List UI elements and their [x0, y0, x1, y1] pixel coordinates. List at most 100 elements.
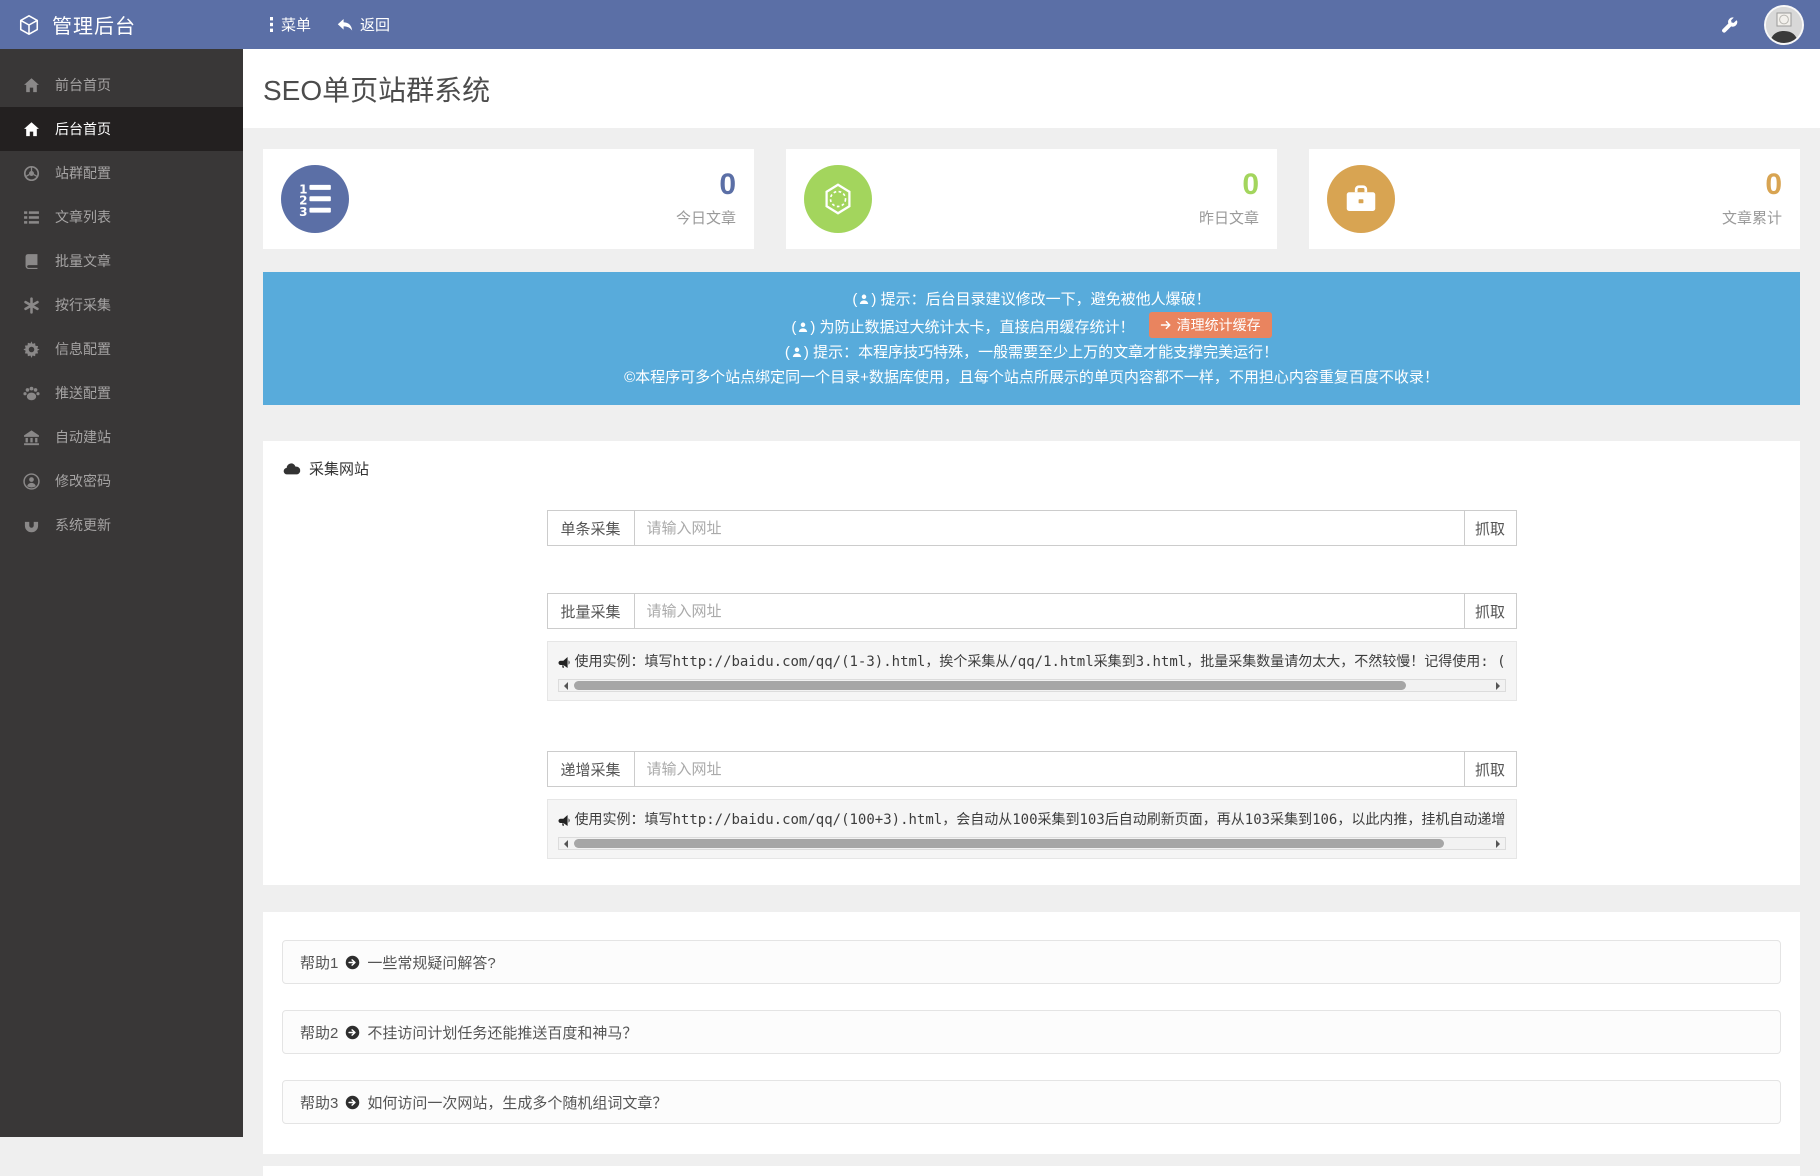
single-collect-label: 单条采集	[547, 510, 634, 546]
batch-collect-row: 批量采集 抓取	[547, 593, 1517, 629]
sidebar-item-label: 后台首页	[55, 119, 111, 139]
scroll-right-icon[interactable]	[1491, 680, 1505, 691]
sidebar-item-label: 修改密码	[55, 471, 111, 491]
stat-label: 昨日文章	[1199, 207, 1259, 228]
sidebar-item-article-list[interactable]: 文章列表	[0, 195, 243, 239]
increment-collect-input[interactable]	[634, 751, 1465, 787]
batch-collect-fetch-button[interactable]: 抓取	[1465, 593, 1517, 629]
user-icon	[858, 293, 870, 306]
help-panel: 帮助1 一些常规疑问解答? 帮助2 不挂访问计划任务还能推送百度和神马？ 帮助3	[263, 912, 1800, 1154]
gear-icon	[23, 341, 40, 358]
collect-panel-header: 采集网站	[263, 441, 1800, 493]
sidebar-item-label: 自动建站	[55, 427, 111, 447]
sidebar-item-label: 按行采集	[55, 295, 111, 315]
notice-line: () 提示：本程序技巧特殊，一般需要至少上万的文章才能支撑完美运行！	[273, 340, 1790, 365]
collect-panel: 采集网站 单条采集 抓取 批量采集 抓取	[263, 441, 1800, 885]
sidebar-item-label: 批量文章	[55, 251, 111, 271]
home-icon	[23, 121, 40, 138]
sidebar-item-push-config[interactable]: 推送配置	[0, 371, 243, 415]
notice-banner: () 提示：后台目录建议修改一下，避免被他人爆破！ () 为防止数据过大统计太卡…	[263, 272, 1800, 405]
stat-label: 文章累计	[1722, 207, 1782, 228]
list-icon	[23, 209, 40, 226]
back-link[interactable]: 返回	[337, 14, 390, 35]
stat-value: 0	[719, 170, 736, 200]
increment-collect-fetch-button[interactable]: 抓取	[1465, 751, 1517, 787]
stat-card-today: 1 2 3 0 今日文章	[263, 149, 754, 249]
help-text: 一些常规疑问解答?	[367, 952, 495, 973]
ellipsis-v-icon	[269, 17, 274, 32]
cloud-icon	[283, 462, 301, 476]
app-title: 管理后台	[52, 10, 136, 39]
single-collect-input[interactable]	[634, 510, 1465, 546]
batch-collect-help: 使用实例：填写http://baidu.com/qq/(1-3).html，挨个…	[547, 641, 1517, 701]
sidebar-item-site-config[interactable]: 站群配置	[0, 151, 243, 195]
batch-collect-label: 批量采集	[547, 593, 634, 629]
batch-collect-input[interactable]	[634, 593, 1465, 629]
asterisk-icon	[23, 297, 40, 314]
help-item-3[interactable]: 帮助3 如何访问一次网站，生成多个随机组词文章？	[282, 1080, 1781, 1124]
help-text: 如何访问一次网站，生成多个随机组词文章？	[367, 1092, 667, 1113]
ordered-list-icon: 1 2 3	[281, 165, 349, 233]
sidebar-nav: 前台首页 后台首页 站群配置 文章列	[0, 49, 243, 1137]
book-icon	[23, 253, 40, 270]
home-icon	[23, 77, 40, 94]
magnet-icon	[23, 517, 40, 534]
scroll-right-icon[interactable]	[1491, 838, 1505, 849]
globe-icon	[23, 165, 40, 182]
scrollbar-thumb[interactable]	[574, 681, 1406, 690]
single-collect-fetch-button[interactable]: 抓取	[1465, 510, 1517, 546]
user-avatar[interactable]	[1764, 5, 1804, 45]
user-icon	[797, 321, 809, 334]
bank-icon	[23, 429, 40, 446]
help-prefix: 帮助2	[300, 1022, 338, 1043]
increment-collect-help: 使用实例：填写http://baidu.com/qq/(100+3).html，…	[547, 799, 1517, 859]
sidebar-item-change-password[interactable]: 修改密码	[0, 459, 243, 503]
help-item-1[interactable]: 帮助1 一些常规疑问解答?	[282, 940, 1781, 984]
sidebar-item-admin-home[interactable]: 后台首页	[0, 107, 243, 151]
back-label: 返回	[360, 14, 390, 35]
menu-toggle[interactable]: 菜单	[269, 14, 311, 35]
sidebar-item-line-collect[interactable]: 按行采集	[0, 283, 243, 327]
reply-arrow-icon	[337, 18, 353, 32]
briefcase-icon	[1327, 165, 1395, 233]
clear-stats-cache-button[interactable]: 清理统计缓存	[1149, 312, 1272, 338]
sidebar-item-front-home[interactable]: 前台首页	[0, 63, 243, 107]
main-area: SEO单页站群系统 1 2 3	[243, 49, 1820, 1137]
scroll-left-icon[interactable]	[559, 838, 573, 849]
increment-help-scrollbar[interactable]	[558, 837, 1506, 850]
sidebar-item-info-config[interactable]: 信息配置	[0, 327, 243, 371]
sidebar-item-system-update[interactable]: 系统更新	[0, 503, 243, 547]
brand[interactable]: 管理后台	[0, 10, 243, 39]
wrench-icon[interactable]	[1721, 16, 1738, 33]
stat-cards: 1 2 3 0 今日文章	[263, 149, 1800, 249]
scrollbar-thumb[interactable]	[574, 839, 1444, 848]
stat-value: 0	[1765, 170, 1782, 200]
arrow-circle-right-icon	[345, 1095, 360, 1110]
admin-dashboard: 管理后台 菜单 返回	[0, 0, 1820, 1137]
arrow-right-icon	[1160, 319, 1172, 331]
increment-collect-help-text: 使用实例：填写http://baidu.com/qq/(100+3).html，…	[575, 809, 1506, 831]
top-navbar: 管理后台 菜单 返回	[0, 0, 1820, 49]
notice-line: () 为防止数据过大统计太卡，直接启用缓存统计！ 清理统计缓存	[273, 312, 1790, 340]
batch-help-scrollbar[interactable]	[558, 679, 1506, 692]
scroll-left-icon[interactable]	[559, 680, 573, 691]
stat-label: 今日文章	[676, 207, 736, 228]
help-text: 不挂访问计划任务还能推送百度和神马？	[367, 1022, 637, 1043]
next-panel-edge	[263, 1166, 1800, 1176]
sidebar-item-label: 信息配置	[55, 339, 111, 359]
stat-value: 0	[1242, 170, 1259, 200]
sidebar-item-label: 前台首页	[55, 75, 111, 95]
bullhorn-icon	[558, 656, 571, 669]
sidebar-item-batch-articles[interactable]: 批量文章	[0, 239, 243, 283]
notice-line: () 提示：后台目录建议修改一下，避免被他人爆破！	[273, 287, 1790, 312]
svg-text:3: 3	[299, 205, 307, 218]
collect-panel-title: 采集网站	[309, 458, 369, 479]
user-circle-icon	[23, 473, 40, 490]
bullhorn-icon	[558, 814, 571, 827]
cube-logo-icon	[18, 14, 40, 36]
help-item-2[interactable]: 帮助2 不挂访问计划任务还能推送百度和神马？	[282, 1010, 1781, 1054]
page-title: SEO单页站群系统	[263, 69, 490, 109]
sidebar-item-label: 推送配置	[55, 383, 111, 403]
sidebar-item-auto-build[interactable]: 自动建站	[0, 415, 243, 459]
sidebar-item-label: 系统更新	[55, 515, 111, 535]
